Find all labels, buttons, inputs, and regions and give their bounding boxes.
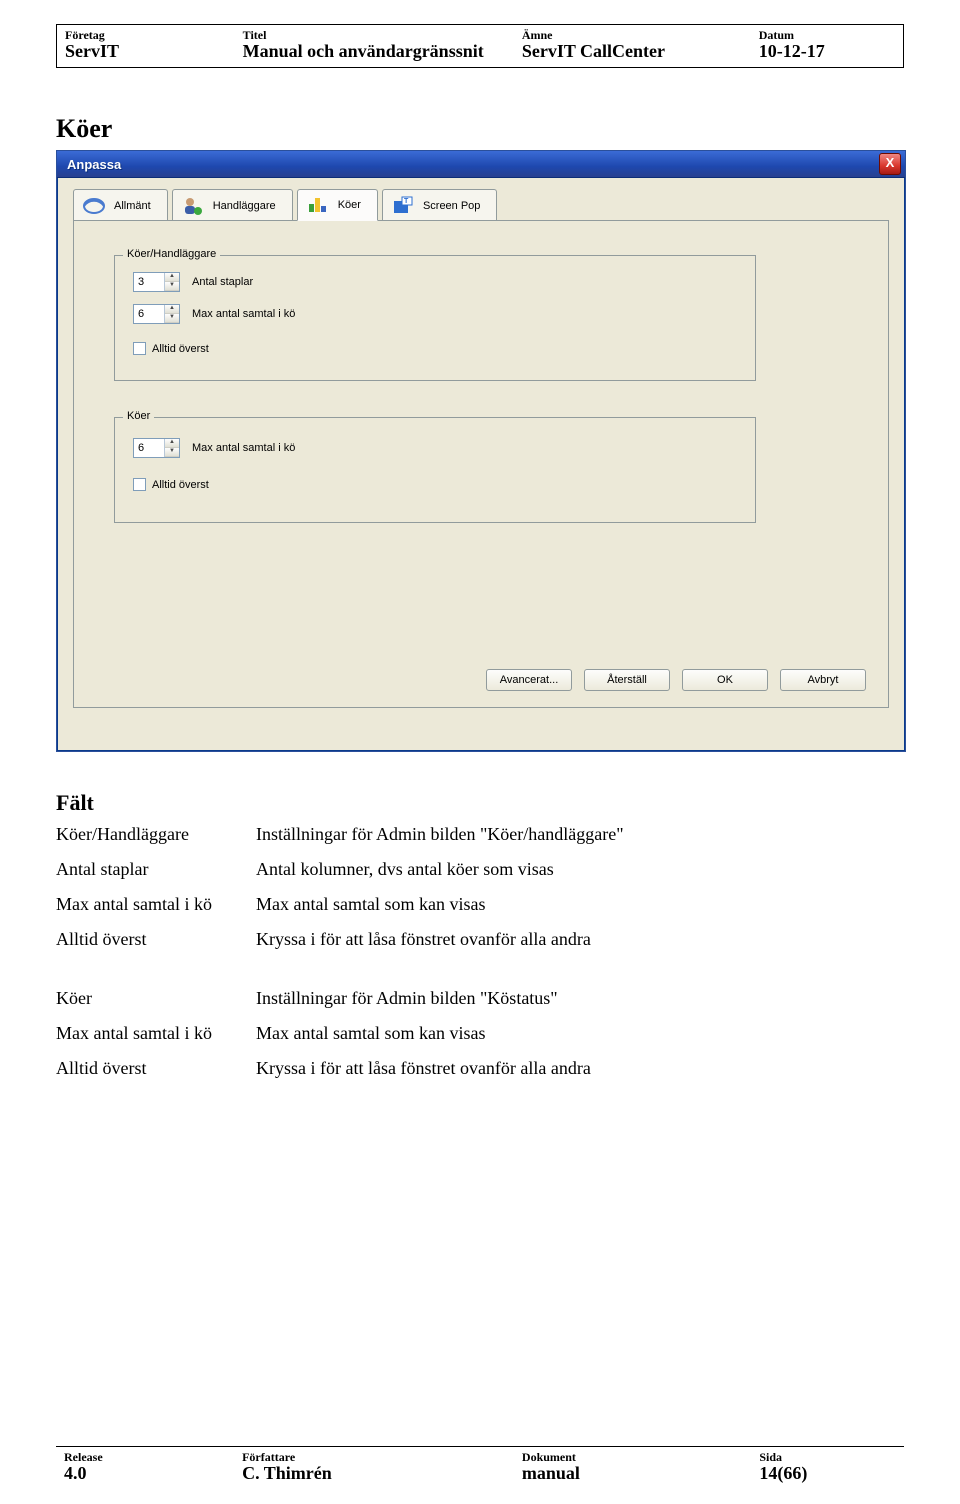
spinner-input[interactable] [134, 439, 164, 457]
definition: Max antal samtal som kan visas [256, 894, 904, 915]
fieldset-koer-handlaggare: Köer/Handläggare ▲▼ Antal staplar ▲▼ [114, 255, 756, 381]
spinner-label: Max antal samtal i kö [192, 308, 295, 320]
hdr-col2-value: Manual och användargränssnit [243, 41, 506, 62]
definition: Max antal samtal som kan visas [256, 1023, 904, 1044]
ftr-col1-value: 4.0 [64, 1463, 226, 1484]
ftr-col2-value: C. Thimrén [242, 1463, 506, 1484]
tab-general[interactable]: Allmänt [73, 189, 168, 221]
fieldset-legend: Köer [123, 410, 154, 422]
spinner-buttons[interactable]: ▲▼ [164, 273, 179, 291]
close-icon[interactable]: X [879, 153, 901, 175]
term: Alltid överst [56, 929, 256, 950]
screen-pop-icon: T [389, 195, 417, 217]
checkbox-label: Alltid överst [152, 479, 209, 491]
spinner-label: Antal staplar [192, 276, 253, 288]
tab-label: Allmänt [114, 200, 151, 212]
tab-handlers[interactable]: Handläggare [172, 189, 293, 221]
chevron-up-icon[interactable]: ▲ [165, 273, 179, 282]
definition-table-1: Köer/Handläggare Inställningar för Admin… [56, 824, 904, 950]
document-footer: Release4.0 FörfattareC. Thimrén Dokument… [56, 1446, 904, 1484]
hdr-col3-value: ServIT CallCenter [522, 41, 743, 62]
document-header: FöretagServIT TitelManual och användargr… [56, 24, 904, 68]
dialog-anpassa: Anpassa X Allmänt Handläggare [56, 150, 906, 752]
term: Max antal samtal i kö [56, 894, 256, 915]
checkbox-alltid-overst-1[interactable]: Alltid överst [133, 342, 209, 355]
checkbox-box-icon [133, 478, 146, 491]
hdr-col1-value: ServIT [65, 41, 227, 62]
term: Köer/Handläggare [56, 824, 256, 845]
chevron-down-icon[interactable]: ▼ [165, 314, 179, 323]
definition-table-2: Köer Inställningar för Admin bilden "Kös… [56, 988, 904, 1079]
definition: Inställningar för Admin bilden "Köer/han… [256, 824, 904, 845]
tab-panel: Köer/Handläggare ▲▼ Antal staplar ▲▼ [73, 220, 889, 708]
checkbox-label: Alltid överst [152, 343, 209, 355]
globe-swoosh-icon [80, 195, 108, 217]
checkbox-box-icon [133, 342, 146, 355]
tab-screenpop[interactable]: T Screen Pop [382, 189, 497, 221]
reset-button[interactable]: Återställ [584, 669, 670, 691]
spinner-max-samtal-1[interactable]: ▲▼ [133, 304, 180, 324]
spinner-antal-staplar[interactable]: ▲▼ [133, 272, 180, 292]
dialog-titlebar[interactable]: Anpassa X [57, 151, 905, 178]
fieldset-legend: Köer/Handläggare [123, 248, 220, 260]
definition: Inställningar för Admin bilden "Köstatus… [256, 988, 904, 1009]
ok-button[interactable]: OK [682, 669, 768, 691]
term: Antal staplar [56, 859, 256, 880]
fieldset-koer: Köer ▲▼ Max antal samtal i kö Alltid öve… [114, 417, 756, 523]
section-title: Köer [56, 114, 904, 144]
advanced-button[interactable]: Avancerat... [486, 669, 572, 691]
dialog-button-row: Avancerat... Återställ OK Avbryt [486, 669, 866, 691]
spinner-max-samtal-2[interactable]: ▲▼ [133, 438, 180, 458]
ftr-col3-value: manual [522, 1463, 743, 1484]
checkbox-alltid-overst-2[interactable]: Alltid överst [133, 478, 209, 491]
tab-queues[interactable]: Köer [297, 189, 378, 221]
chevron-up-icon[interactable]: ▲ [165, 439, 179, 448]
definition: Antal kolumner, dvs antal köer som visas [256, 859, 904, 880]
queue-bars-icon [304, 194, 332, 216]
spinner-buttons[interactable]: ▲▼ [164, 439, 179, 457]
term: Alltid överst [56, 1058, 256, 1079]
chevron-up-icon[interactable]: ▲ [165, 305, 179, 314]
chevron-down-icon[interactable]: ▼ [165, 448, 179, 457]
term: Max antal samtal i kö [56, 1023, 256, 1044]
spinner-input[interactable] [134, 273, 164, 291]
chevron-down-icon[interactable]: ▼ [165, 282, 179, 291]
falt-heading: Fält [56, 790, 904, 816]
svg-text:T: T [404, 198, 409, 205]
tab-label: Handläggare [213, 200, 276, 212]
person-gear-icon [179, 195, 207, 217]
dialog-tabs: Allmänt Handläggare Köer T [61, 181, 901, 221]
spinner-label: Max antal samtal i kö [192, 442, 295, 454]
dialog-title: Anpassa [61, 157, 879, 172]
hdr-col4-value: 10-12-17 [759, 41, 895, 62]
tab-label: Screen Pop [423, 200, 480, 212]
tab-label: Köer [338, 199, 361, 211]
spinner-buttons[interactable]: ▲▼ [164, 305, 179, 323]
definition: Kryssa i för att låsa fönstret ovanför a… [256, 929, 904, 950]
cancel-button[interactable]: Avbryt [780, 669, 866, 691]
ftr-col4-value: 14(66) [759, 1463, 896, 1484]
spinner-input[interactable] [134, 305, 164, 323]
term: Köer [56, 988, 256, 1009]
definition: Kryssa i för att låsa fönstret ovanför a… [256, 1058, 904, 1079]
